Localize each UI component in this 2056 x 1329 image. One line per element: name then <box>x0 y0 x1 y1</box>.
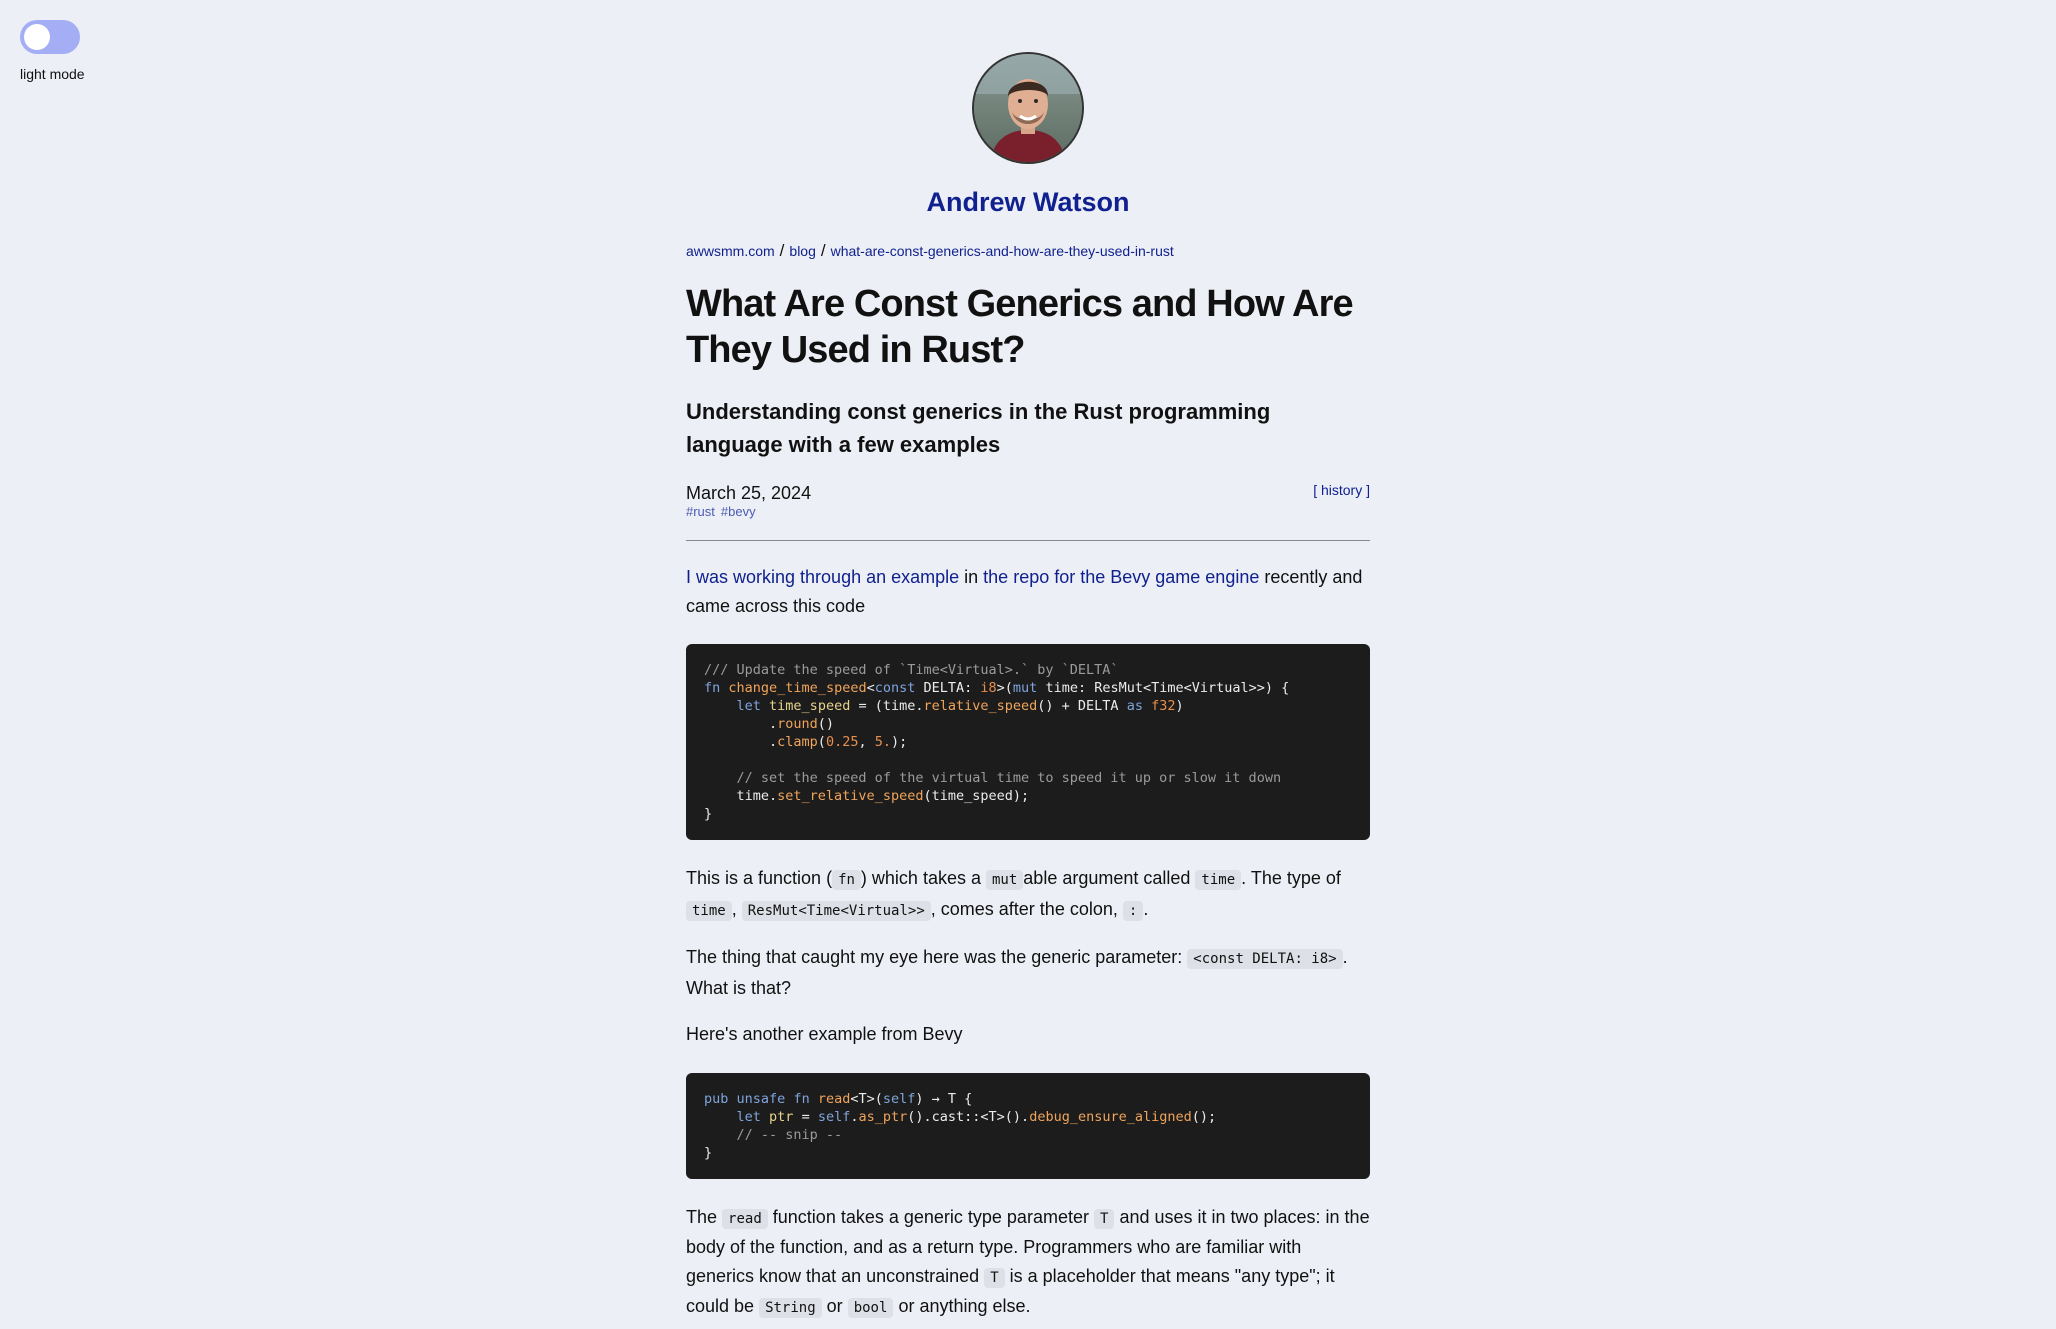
theme-toggle-group: light mode <box>20 20 85 82</box>
page-subtitle: Understanding const generics in the Rust… <box>686 399 1271 457</box>
breadcrumb-blog[interactable]: blog <box>789 243 815 259</box>
bevy-repo-link[interactable]: the repo for the Bevy game engine <box>983 567 1259 587</box>
avatar-photo-icon <box>974 54 1082 162</box>
function-explanation-paragraph: This is a function (fn) which takes a mu… <box>686 868 1341 921</box>
tag-bevy[interactable]: #bevy <box>721 504 756 519</box>
page-title: What Are Const Generics and How Are They… <box>686 283 1354 371</box>
read-function-paragraph: The read function takes a generic type p… <box>686 1206 1370 1318</box>
theme-toggle-label: light mode <box>20 66 85 82</box>
inline-code: fn <box>832 870 861 890</box>
article-meta: March 25, 2024 #rust #bevy [ history ] <box>686 482 1370 519</box>
toggle-knob <box>24 24 50 50</box>
code-block-change-time-speed[interactable]: /// Update the speed of `Time<Virtual>.`… <box>686 644 1370 840</box>
theme-toggle[interactable] <box>20 20 80 54</box>
inline-code: time <box>1195 870 1242 890</box>
breadcrumb-separator: / <box>820 241 826 260</box>
author-avatar[interactable] <box>972 52 1084 164</box>
inline-code: : <box>1122 900 1144 921</box>
another-example-paragraph: Here's another example from Bevy <box>686 1024 963 1044</box>
inline-code: String <box>759 1298 822 1318</box>
inline-code: <const DELTA: i8> <box>1187 949 1343 969</box>
tag-rust[interactable]: #rust <box>686 504 715 519</box>
inline-code: T <box>1093 1208 1115 1229</box>
code-block-read[interactable]: pub unsafe fn read<T>(self) → T { let pt… <box>686 1072 1370 1179</box>
publish-date: March 25, 2024 <box>686 483 812 503</box>
inline-code: read <box>722 1208 768 1229</box>
inline-code: mut <box>986 870 1024 890</box>
history-link[interactable]: [ history ] <box>1313 482 1370 498</box>
breadcrumb: awwsmm.com / blog / what-are-const-generics-… <box>686 241 1370 261</box>
inline-code: time <box>686 900 732 921</box>
avatar-container <box>686 52 1370 164</box>
breadcrumb-separator: / <box>779 241 785 260</box>
author-name[interactable]: Andrew Watson <box>686 186 1370 218</box>
example-link[interactable]: I was working through an example <box>686 567 959 587</box>
inline-code: ResMut<Time<Virtual>> <box>741 900 931 921</box>
article-column: Andrew Watson awwsmm.com / blog / what-are-c… <box>686 0 1370 1323</box>
inline-code: T <box>984 1267 1005 1288</box>
generic-parameter-paragraph: The thing that caught my eye here was th… <box>686 947 1348 998</box>
inline-code: bool <box>847 1298 894 1318</box>
tag-list: #rust #bevy <box>686 504 1370 520</box>
intro-paragraph: I was working through an example in the … <box>686 567 1363 616</box>
header-divider <box>686 540 1370 541</box>
breadcrumb-home[interactable]: awwsmm.com <box>686 243 775 259</box>
breadcrumb-current-post[interactable]: what-are-const-generics-and-how-are-they… <box>831 243 1174 259</box>
